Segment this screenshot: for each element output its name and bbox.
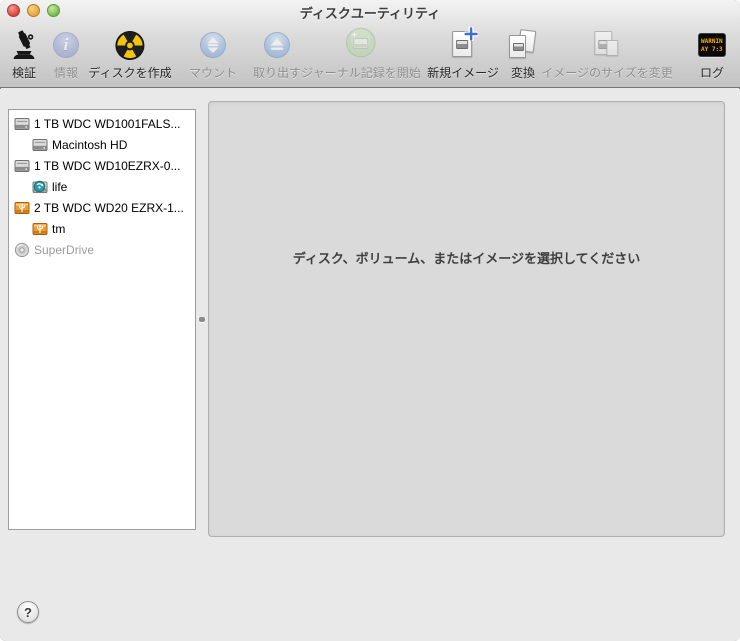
new-image-icon <box>446 29 480 61</box>
usb-volume-icon <box>32 221 48 237</box>
toolbar-item-resize-image: イメージのサイズを変更 <box>541 27 672 81</box>
disk-utility-window: ディスクユーティリティ 検証 i 情報 ディスクを作成 マウント <box>0 0 740 641</box>
microscope-icon-wrap <box>9 27 39 63</box>
sidebar-item-label: tm <box>52 222 65 236</box>
toolbar-item-microscope[interactable]: 検証 <box>9 27 39 81</box>
log-icon-wrap: WARNIN AY 7:36 <box>698 27 726 63</box>
toolbar: 検証 i 情報 ディスクを作成 マウント 取り出す ジャーナル記録を開始 <box>0 22 740 88</box>
toolbar-item-label: イメージのサイズを変更 <box>541 64 672 81</box>
titlebar: ディスクユーティリティ <box>0 0 740 22</box>
internal-drive-icon-wrap <box>14 116 30 132</box>
mount-icon-wrap <box>200 27 226 63</box>
volume-icon-wrap <box>32 137 48 153</box>
new-image-icon-wrap <box>446 27 480 63</box>
usb-drive-icon <box>14 200 30 216</box>
window-title: ディスクユーティリティ <box>0 3 740 22</box>
journal-start-icon <box>346 27 377 63</box>
toolbar-item-label: 変換 <box>511 64 535 81</box>
empty-selection-message: ディスク、ボリューム、またはイメージを選択してください <box>209 102 724 267</box>
sidebar-item-label: Macintosh HD <box>52 138 127 152</box>
superdrive-icon <box>14 242 30 258</box>
microscope-icon <box>9 30 39 60</box>
sidebar-item-label: 1 TB WDC WD10EZRX-0... <box>34 159 180 173</box>
toolbar-item-convert[interactable]: 変換 <box>506 27 540 81</box>
firewire-volume-icon-wrap <box>32 179 48 195</box>
convert-icon <box>506 29 540 61</box>
toolbar-item-new-image[interactable]: 新規イメージ <box>427 27 499 81</box>
toolbar-item-label: ジャーナル記録を開始 <box>301 64 420 81</box>
sidebar-item-1-tb-wdc-wd1001fals[interactable]: 1 TB WDC WD1001FALS... <box>9 113 195 134</box>
window-header: ディスクユーティリティ 検証 i 情報 ディスクを作成 マウント <box>0 0 740 88</box>
internal-drive-icon-wrap <box>14 158 30 174</box>
resize-image-icon-wrap <box>590 27 624 63</box>
toolbar-item-burn[interactable]: ディスクを作成 <box>88 27 171 81</box>
info-icon: i <box>53 32 79 58</box>
resize-image-icon <box>590 29 624 61</box>
toolbar-item-label: マウント <box>189 64 237 81</box>
burn-icon-wrap <box>114 27 145 63</box>
help-button[interactable]: ? <box>17 601 39 623</box>
sidebar-item-superdrive[interactable]: SuperDrive <box>9 239 195 260</box>
toolbar-item-mount: マウント <box>189 27 237 81</box>
journal-icon-wrap <box>346 27 377 63</box>
toolbar-item-label: 取り出す <box>253 64 301 81</box>
log-icon: WARNIN AY 7:36 <box>698 33 726 57</box>
volume-icon <box>32 137 48 153</box>
sidebar-item-2-tb-wdc-wd20-ezrx-1[interactable]: 2 TB WDC WD20 EZRX-1... <box>9 197 195 218</box>
sidebar-item-label: 2 TB WDC WD20 EZRX-1... <box>34 201 184 215</box>
mount-icon <box>200 32 226 58</box>
sidebar-item-label: 1 TB WDC WD1001FALS... <box>34 117 181 131</box>
main-panel: ディスク、ボリューム、またはイメージを選択してください <box>208 101 725 537</box>
toolbar-item-label: 新規イメージ <box>427 64 499 81</box>
usb-volume-icon-wrap <box>32 221 48 237</box>
sidebar-item-label: SuperDrive <box>34 243 94 257</box>
eject-icon <box>264 32 290 58</box>
burn-icon <box>114 30 145 61</box>
sidebar-item-label: life <box>52 180 67 194</box>
toolbar-item-label: 情報 <box>54 64 78 81</box>
sidebar-item-tm[interactable]: tm <box>9 218 195 239</box>
toolbar-item-label: ログ <box>700 64 724 81</box>
sidebar-item-macintosh-hd[interactable]: Macintosh HD <box>9 134 195 155</box>
usb-drive-icon-wrap <box>14 200 30 216</box>
toolbar-item-label: ディスクを作成 <box>88 64 171 81</box>
eject-icon-wrap <box>264 27 290 63</box>
splitter-handle[interactable] <box>199 317 205 322</box>
toolbar-item-eject: 取り出す <box>253 27 301 81</box>
toolbar-item-journal: ジャーナル記録を開始 <box>301 27 420 81</box>
superdrive-icon-wrap <box>14 242 30 258</box>
sidebar-item-1-tb-wdc-wd10ezrx-0[interactable]: 1 TB WDC WD10EZRX-0... <box>9 155 195 176</box>
sidebar-item-life[interactable]: life <box>9 176 195 197</box>
internal-drive-icon <box>14 158 30 174</box>
content-area: 1 TB WDC WD1001FALS... Macintosh HD 1 TB… <box>0 89 740 641</box>
toolbar-item-log[interactable]: WARNIN AY 7:36 ログ <box>698 27 726 81</box>
internal-drive-icon <box>14 116 30 132</box>
toolbar-item-info: i 情報 <box>53 27 79 81</box>
info-icon-wrap: i <box>53 27 79 63</box>
convert-icon-wrap <box>506 27 540 63</box>
device-sidebar: 1 TB WDC WD1001FALS... Macintosh HD 1 TB… <box>8 109 196 530</box>
firewire-volume-icon <box>32 179 48 195</box>
toolbar-item-label: 検証 <box>12 64 36 81</box>
